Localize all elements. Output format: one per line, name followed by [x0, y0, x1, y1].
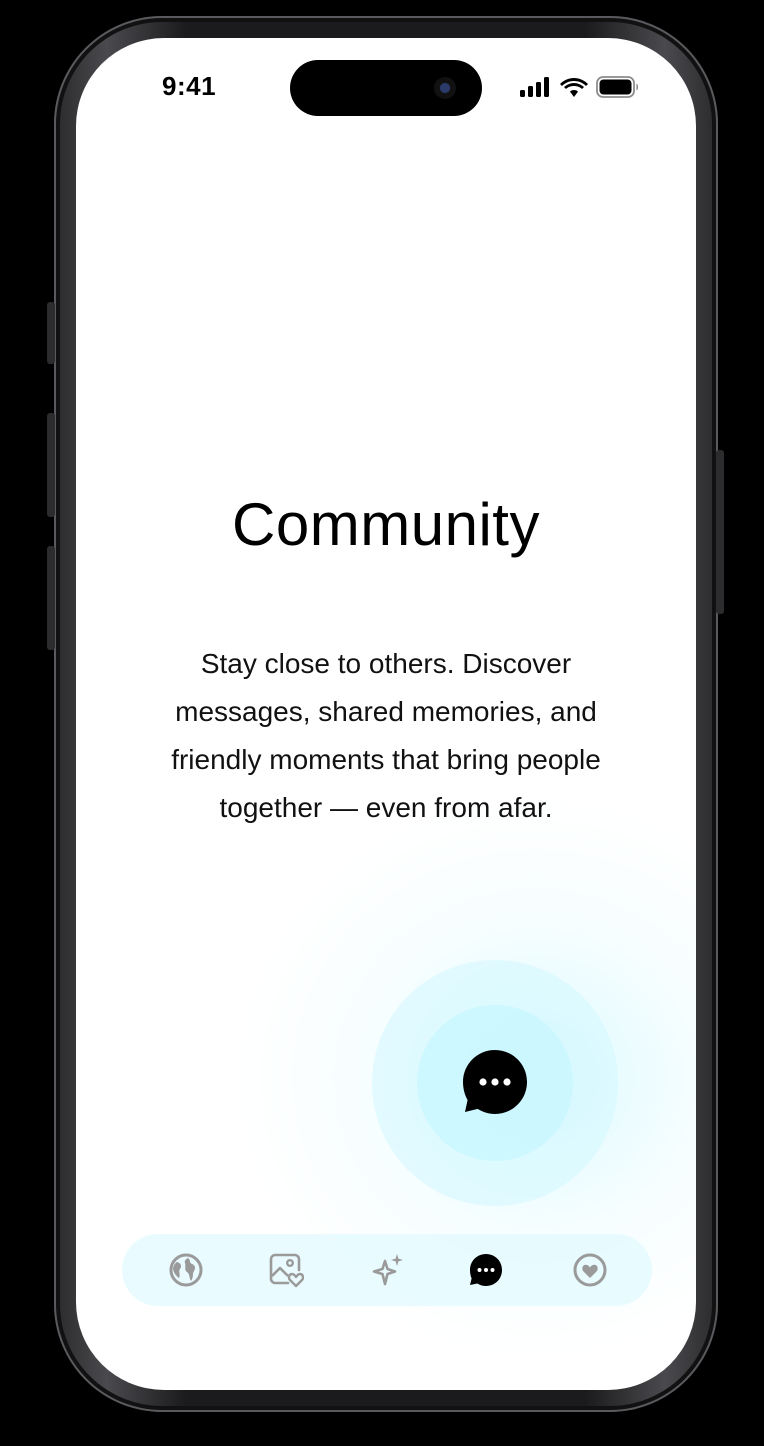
volume-down-button [47, 546, 55, 650]
power-button [716, 450, 724, 614]
tab-sparkle[interactable] [366, 1248, 410, 1292]
chat-bubble-icon [463, 1050, 527, 1114]
battery-icon [596, 76, 638, 98]
volume-up-button [47, 413, 55, 517]
dynamic-island [290, 60, 482, 116]
chat-button[interactable] [461, 1048, 529, 1116]
tab-chat[interactable] [464, 1248, 508, 1292]
front-camera [434, 77, 456, 99]
tab-favorites[interactable] [568, 1248, 612, 1292]
photo-heart-icon [269, 1253, 304, 1288]
action-button [47, 302, 55, 364]
heart-circle-icon [573, 1253, 607, 1287]
status-icons [520, 76, 640, 98]
wifi-icon [560, 77, 588, 97]
screen: 9:41 Community Stay close to others. Dis… [76, 38, 696, 1390]
chat-bubble-icon [470, 1254, 502, 1286]
page-description: Stay close to others. Discover messages,… [171, 648, 601, 823]
cellular-signal-icon [520, 77, 549, 97]
globe-icon [169, 1253, 203, 1287]
tab-photos[interactable] [264, 1248, 308, 1292]
page-title: Community [232, 491, 540, 559]
sparkle-icon [372, 1254, 403, 1286]
status-time: 9:41 [162, 71, 217, 101]
bottom-tab-bar [122, 1234, 652, 1306]
tab-globe[interactable] [164, 1248, 208, 1292]
